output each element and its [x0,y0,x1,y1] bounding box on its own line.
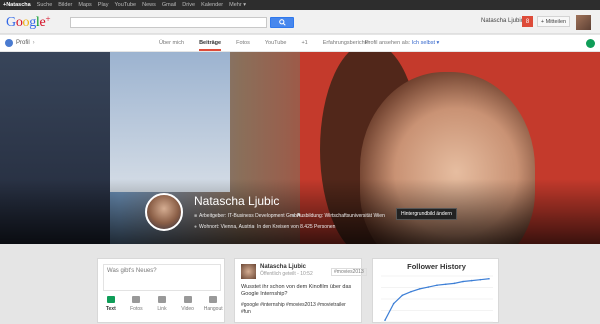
post-visibility: Öffentlich geteilt [260,271,296,277]
chart-title: Follower History [407,262,466,271]
composer-input[interactable]: Was gibt's Neues? [103,264,221,291]
follower-chart [381,275,493,323]
action-label: Text [105,306,116,312]
profile-name: Natascha Ljubic [194,194,280,208]
composer-actions: Text Fotos Link Video Hangout [98,296,226,312]
topbar-item[interactable]: News [142,2,156,8]
photo-action-button[interactable]: Fotos [124,296,150,312]
search-input[interactable] [70,17,267,28]
video-icon [183,296,192,303]
post-time[interactable]: 10:52 [300,271,313,277]
tab-reviews[interactable]: Erfahrungsberichte [323,40,369,51]
profile-label: Profil [16,40,30,46]
topbar-item[interactable]: Suche [37,2,53,8]
location-info: ● Wohnort: Vienna, Austria [194,224,254,230]
job-text: Arbeitgeber: IT-Business Development Gmb… [199,213,301,219]
top-bar: +Natascha Suche Bilder Maps Play YouTube… [0,0,600,10]
post-card: Natascha Ljubic Öffentlich geteilt - 10:… [234,258,367,323]
share-button[interactable]: + Mitteilen [537,16,570,27]
data-point [401,294,404,297]
hangout-action-button[interactable]: Hangout [200,296,226,312]
circles-text: In den Kreisen von 8.425 Personen [257,224,336,230]
tab-posts[interactable]: Beiträge [199,40,222,51]
location-pin-icon: ● [194,224,198,230]
topbar-item[interactable]: Gmail [162,2,176,8]
composer-card: Was gibt's Neues? Text Fotos Link Video … [97,258,225,323]
location-text: Wohnort: Vienna, Austria [199,224,255,230]
action-label: Link [157,306,167,312]
tab-youtube[interactable]: YouTube [265,40,287,51]
header: Google+ Natascha Ljubic 8 + Mitteilen [0,10,600,34]
action-label: Fotos [130,306,143,312]
post-hashtag-badge[interactable]: #movies2013 [331,268,367,276]
circles-icon: ○ [252,224,256,230]
text-action-button[interactable]: Text [98,296,124,312]
briefcase-icon: ■ [194,213,198,219]
post-author[interactable]: Natascha Ljubic [260,264,306,270]
post-meta: Öffentlich geteilt - 10:52 [260,271,313,277]
data-point [427,286,430,288]
view-as-label: Profil ansehen als: [365,40,411,46]
education-info: ■ Ausbildung: Wirtschaftsuniversität Wien [292,213,385,219]
chevron-down-icon: ▾ [436,40,440,46]
profile-navbar: Profil › Über mich Beiträge Fotos YouTub… [0,35,600,52]
post-author-avatar[interactable] [241,264,256,279]
action-label: Hangout [203,306,223,312]
data-point [462,280,464,283]
data-point [479,278,482,281]
user-name[interactable]: Natascha Ljubic [481,18,524,24]
data-point [384,319,386,321]
topbar-item[interactable]: Mehr ▾ [229,2,246,8]
stream-area: Was gibt's Neues? Text Fotos Link Video … [0,244,600,323]
profile-photo[interactable] [145,193,183,231]
profile-icon [5,39,13,47]
topbar-item[interactable]: Bilder [58,2,72,8]
data-point [392,302,395,305]
action-label: Video [181,306,194,312]
profile-menu[interactable]: Profil › [5,39,35,47]
view-as-value: Ich selbst [411,40,436,46]
data-point [453,282,456,285]
view-as-selector[interactable]: Profil ansehen als: Ich selbst ▾ [365,40,439,46]
hangout-camera-icon [209,296,218,303]
search-button[interactable] [270,17,294,28]
chevron-right-icon: › [32,40,35,46]
data-point [418,288,421,290]
tab-photos[interactable]: Fotos [236,40,250,51]
post-hashtags[interactable]: #google #internship #movies2013 #movietr… [241,302,356,316]
topbar-item[interactable]: Drive [182,2,195,8]
data-point [444,283,447,286]
search-icon [278,19,286,26]
education-text: Ausbildung: Wirtschaftsuniversität Wien [297,213,385,219]
link-icon [157,296,166,303]
link-action-button[interactable]: Link [149,296,175,312]
tab-plusones[interactable]: +1 [301,40,307,51]
data-point [410,290,412,293]
topbar-item[interactable]: Maps [78,2,91,8]
tab-about[interactable]: Über mich [159,40,184,51]
pencil-icon [106,296,115,303]
change-background-button[interactable]: Hintergrundbild ändern [396,208,457,220]
topbar-item[interactable]: Play [98,2,109,8]
topbar-item[interactable]: Kalender [201,2,223,8]
hangout-icon[interactable] [586,39,595,48]
camera-icon [132,296,141,303]
data-point [488,277,490,280]
topbar-item[interactable]: YouTube [115,2,137,8]
notification-badge[interactable]: 8 [522,16,533,27]
profile-tabs: Über mich Beiträge Fotos YouTube +1 Erfa… [159,40,384,51]
graduation-icon: ■ [292,213,296,219]
job-info: ■ Arbeitgeber: IT-Business Development Gm… [194,213,300,219]
google-plus-logo[interactable]: Google+ [6,14,51,31]
topbar-item[interactable]: +Natascha [3,2,31,8]
follower-history-card: Follower History [372,258,499,323]
data-point [470,279,473,282]
circles-info: ○ In den Kreisen von 8.425 Personen [252,224,335,230]
post-text: Wusstet ihr schon von dem Kinofilm über … [241,284,352,298]
avatar[interactable] [576,15,591,30]
video-action-button[interactable]: Video [175,296,201,312]
data-point [436,284,438,286]
